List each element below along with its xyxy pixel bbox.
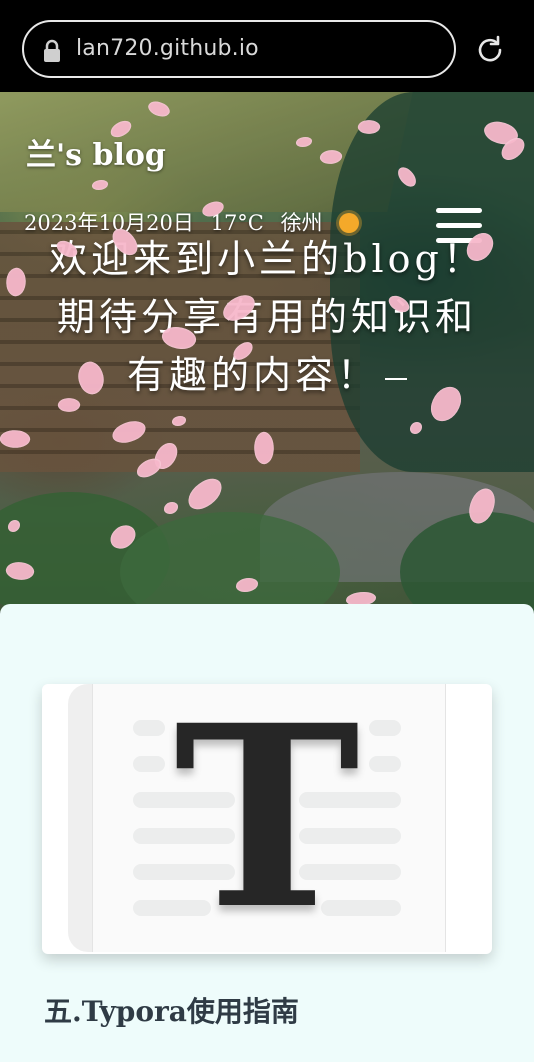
- reload-icon[interactable]: [474, 34, 506, 66]
- welcome-text: 欢迎来到小兰的blog！期待分享有用的知识和有趣的内容！: [49, 237, 485, 397]
- hero-banner: 兰's blog 2023年10月20日 17°C 徐州 欢迎来到小兰的blog…: [0, 92, 534, 612]
- hamburger-icon: [436, 208, 482, 213]
- url-text[interactable]: lan720.github.io: [76, 36, 259, 61]
- browser-toolbar: lan720.github.io: [0, 0, 534, 92]
- blog-title[interactable]: 兰's blog: [26, 130, 166, 174]
- post-card[interactable]: T 五.Typora使用指南: [0, 604, 534, 1062]
- lock-icon: [44, 39, 60, 62]
- typora-logo-icon: T: [173, 684, 361, 954]
- typing-cursor: [385, 377, 407, 380]
- hamburger-icon: [436, 223, 482, 228]
- address-bar[interactable]: lan720.github.io: [22, 20, 456, 78]
- welcome-message: 欢迎来到小兰的blog！期待分享有用的知识和有趣的内容！: [44, 230, 490, 404]
- post-thumbnail[interactable]: T: [42, 684, 492, 954]
- post-title[interactable]: 五.Typora使用指南: [44, 990, 299, 1030]
